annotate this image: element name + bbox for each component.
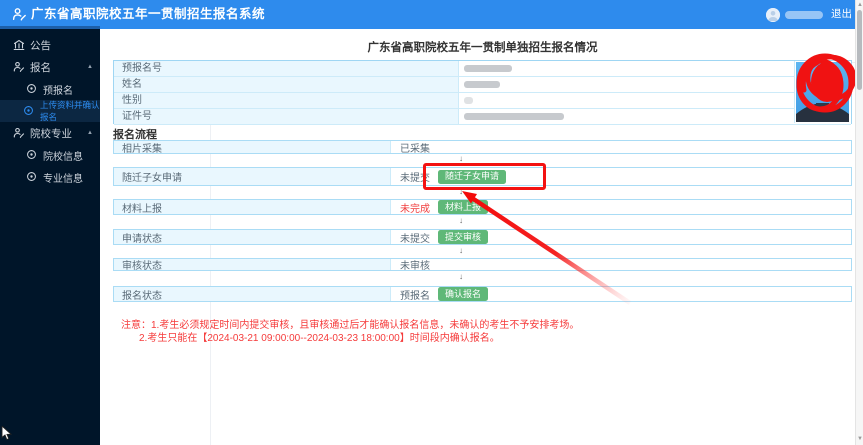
sidebar-item-label: 专业信息 xyxy=(43,173,83,185)
process-label: 随迁子女申请 xyxy=(114,168,391,185)
status-text: 预报名 xyxy=(400,290,430,302)
flow-down-arrow: ↓ xyxy=(459,154,463,163)
applicant-photo xyxy=(796,62,849,122)
username-redacted xyxy=(785,11,823,19)
field-value-redacted xyxy=(459,61,851,76)
table-row: 证件号 xyxy=(114,109,851,125)
target-icon xyxy=(26,83,38,95)
user-edit-icon xyxy=(13,61,25,73)
table-row: 姓名 xyxy=(114,77,851,93)
process-label: 审核状态 xyxy=(114,259,391,272)
sidebar-item-upload-confirm[interactable]: 上传资料并确认报名 xyxy=(0,100,100,122)
target-icon xyxy=(23,105,35,117)
sidebar-item-label: 报名 xyxy=(30,61,51,74)
app-window: 广东省高职院校五年一贯制招生报名系统 退出 公告 报名 ▲ 预报名 上传资料并确… xyxy=(0,0,863,445)
notice-line-2: 2.考生只能在【2024-03-21 09:00:00--2024-03-23 … xyxy=(139,333,500,344)
logout-button[interactable]: 退出 xyxy=(831,0,852,29)
user-edit-logo-icon xyxy=(12,7,27,22)
process-row-registration-status: 报名状态 预报名 确认报名 xyxy=(113,286,852,302)
sidebar-item-announcements[interactable]: 公告 xyxy=(0,34,100,56)
sidebar-nav: 公告 报名 ▲ 预报名 上传资料并确认报名 院校专业 ▲ 院校信息 专业信息 xyxy=(0,29,100,445)
sidebar-item-college-info[interactable]: 院校信息 xyxy=(0,144,100,166)
material-upload-button[interactable]: 材料上报 xyxy=(438,200,489,214)
user-avatar-icon xyxy=(766,8,780,22)
field-label: 预报名号 xyxy=(114,61,459,76)
header-sidebar-strip xyxy=(0,26,100,29)
target-icon xyxy=(26,171,38,183)
scroll-up-icon[interactable]: ▲ xyxy=(857,2,863,8)
process-row-photo-capture: 相片采集 已采集 xyxy=(113,140,852,155)
top-header: 广东省高职院校五年一贯制招生报名系统 退出 xyxy=(0,0,863,29)
sidebar-group-registration[interactable]: 报名 ▲ xyxy=(0,56,100,78)
process-label: 申请状态 xyxy=(114,230,391,245)
process-row-material-upload: 材料上报 未完成 材料上报 xyxy=(113,199,852,215)
field-value-redacted xyxy=(459,93,851,108)
announcement-icon xyxy=(13,39,25,51)
sidebar-item-label: 院校信息 xyxy=(43,151,83,163)
field-label: 性别 xyxy=(114,93,459,108)
applicant-info-table: 预报名号 姓名 性别 证件号 xyxy=(113,60,852,125)
process-label: 报名状态 xyxy=(114,287,391,302)
status-text: 未审核 xyxy=(400,261,430,272)
scroll-down-icon[interactable]: ▼ xyxy=(857,436,863,442)
chevron-up-icon: ▲ xyxy=(87,130,93,136)
sidebar-item-label: 上传资料并确认报名 xyxy=(40,100,100,122)
flow-down-arrow: ↓ xyxy=(459,216,463,225)
field-value-redacted xyxy=(459,109,851,124)
sidebar-item-label: 院校专业 xyxy=(30,127,72,140)
chevron-up-icon: ▲ xyxy=(87,64,93,70)
mouse-cursor xyxy=(1,426,12,441)
field-value-redacted xyxy=(459,77,851,92)
status-text: 未完成 xyxy=(400,203,430,215)
flow-down-arrow: ↓ xyxy=(459,246,463,255)
app-title: 广东省高职院校五年一贯制招生报名系统 xyxy=(31,7,266,21)
submit-review-button[interactable]: 提交审核 xyxy=(438,230,489,244)
process-row-application-status: 申请状态 未提交 提交审核 xyxy=(113,229,852,245)
table-row: 性别 xyxy=(114,93,851,109)
sidebar-group-college-major[interactable]: 院校专业 ▲ xyxy=(0,122,100,144)
status-text: 已采集 xyxy=(400,143,430,155)
field-label: 证件号 xyxy=(114,109,459,124)
field-label: 姓名 xyxy=(114,77,459,92)
vertical-scrollbar[interactable]: ▲ ▼ xyxy=(855,0,863,445)
scrollbar-thumb[interactable] xyxy=(857,10,862,90)
process-label: 材料上报 xyxy=(114,200,391,215)
target-icon xyxy=(26,149,38,161)
process-row-review-status: 审核状态 未审核 xyxy=(113,258,852,272)
sidebar-item-pre-registration[interactable]: 预报名 xyxy=(0,78,100,100)
page-title: 广东省高职院校五年一贯制单独招生报名情况 xyxy=(367,42,598,54)
user-edit-icon xyxy=(13,127,25,139)
sidebar-item-major-info[interactable]: 专业信息 xyxy=(0,166,100,188)
sidebar-item-label: 公告 xyxy=(30,39,51,52)
process-label: 相片采集 xyxy=(114,141,391,155)
flow-down-arrow: ↓ xyxy=(459,272,463,281)
confirm-registration-button[interactable]: 确认报名 xyxy=(438,287,489,301)
status-text: 未提交 xyxy=(400,233,430,245)
sidebar-item-label: 预报名 xyxy=(43,85,73,97)
annotation-highlight-box xyxy=(423,163,546,190)
table-row: 预报名号 xyxy=(114,61,851,77)
photo-cell xyxy=(794,61,851,123)
